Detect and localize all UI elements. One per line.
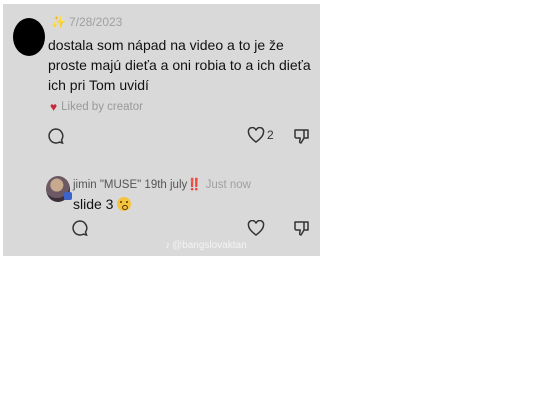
reply-username[interactable]: jimin "MUSE" 19th july: [73, 179, 187, 191]
reply-dislike-icon[interactable]: [293, 219, 311, 237]
reply-reply-icon[interactable]: [71, 219, 89, 237]
heart-filled-icon: ♥: [50, 100, 58, 114]
worried-face-emoji: [117, 197, 132, 211]
heart-outline-icon: [247, 127, 265, 143]
like-button[interactable]: 2: [247, 127, 274, 143]
reply-avatar[interactable]: [46, 176, 72, 202]
comment-date: 7/28/2023: [68, 15, 123, 29]
reply-time: Just now: [205, 179, 251, 191]
liked-by-creator: ♥ Liked by creator: [50, 100, 143, 114]
reply-icon[interactable]: [47, 127, 65, 145]
reply-text: slide 3: [73, 196, 114, 212]
heart-outline-icon: [247, 220, 265, 236]
reply-meta: jimin "MUSE" 19th july‼️ Just now: [73, 177, 251, 191]
tiktok-icon: ♪: [165, 240, 170, 251]
reply-emphasis: ‼️: [187, 179, 202, 191]
like-count: 2: [267, 128, 274, 142]
comment-card: ✨ 7/28/2023 dostala som nápad na video a …: [3, 4, 320, 256]
watermark-handle: @bangslovaktan: [172, 240, 247, 251]
reply-text-row: slide 3: [73, 196, 132, 212]
watermark: ♪ @bangslovaktan: [165, 240, 247, 251]
comment-text: dostala som nápad na video a to je že pr…: [48, 37, 311, 93]
dislike-icon[interactable]: [293, 127, 311, 145]
reply-like-button[interactable]: [247, 220, 265, 236]
comment-meta: ✨ 7/28/2023: [51, 15, 122, 29]
avatar[interactable]: [13, 18, 45, 56]
liked-label: Liked by creator: [61, 101, 143, 113]
sparkle-icon: ✨: [51, 15, 66, 29]
